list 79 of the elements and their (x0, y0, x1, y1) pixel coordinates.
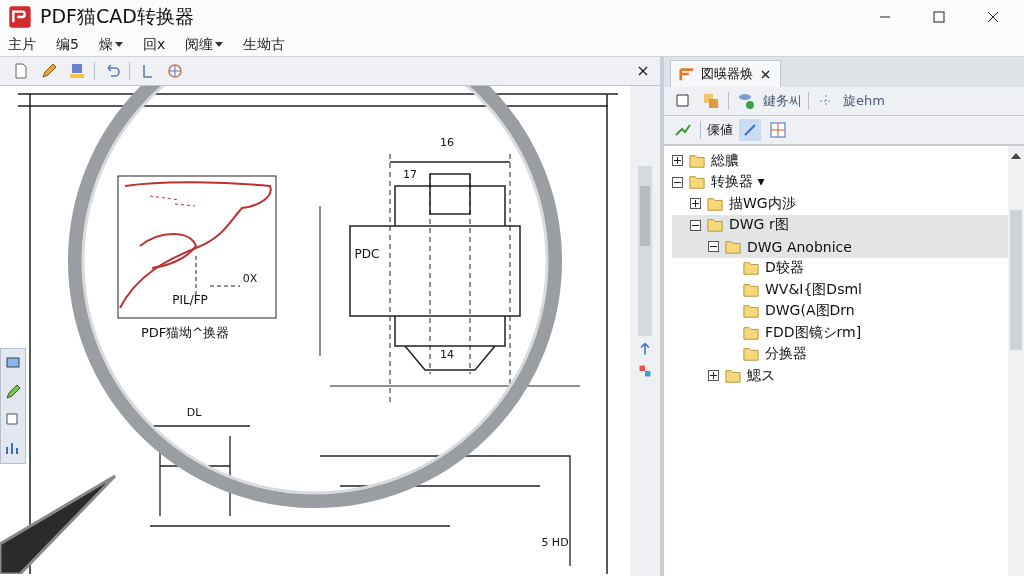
folder-icon (741, 281, 761, 298)
folder-icon (687, 152, 707, 169)
folder-icon (705, 217, 725, 234)
grid-icon (769, 121, 787, 139)
dimension-label: PDF猫坳^换器 (140, 325, 230, 340)
expand-icon[interactable] (672, 155, 683, 167)
tree-label: WV&I{图Dsml (765, 280, 862, 299)
menu-item[interactable]: 主片 (6, 36, 38, 54)
dimension-label: 17 (403, 168, 417, 181)
menu-item[interactable]: 编5 (54, 36, 81, 54)
panel-tab-label: 図暎器焕 (701, 65, 753, 83)
scroll-up-icon[interactable] (1011, 152, 1021, 160)
dimension-label: 16 (440, 136, 454, 149)
document-icon (12, 62, 30, 80)
collapse-icon[interactable] (672, 176, 683, 188)
dimension-label: PIL/FP (172, 293, 208, 307)
folder-icon (705, 195, 725, 212)
panel-logo-icon (679, 66, 695, 82)
menu-item[interactable]: 阅缠 (183, 36, 226, 54)
tree-label: 鰓ス (747, 366, 775, 385)
tree-item[interactable]: 総膿 (672, 150, 1008, 172)
pencil-icon (4, 383, 22, 401)
maximize-icon (933, 11, 945, 23)
tree-label: DWG(A图Drn (765, 302, 855, 321)
dimension-label: PDC (354, 247, 380, 261)
tree-item[interactable]: 鰓ス (672, 365, 1008, 387)
folder-icon (741, 324, 761, 341)
collapse-icon[interactable] (690, 219, 701, 231)
dimension-label: 5 HD (541, 536, 569, 549)
menu-item[interactable]: 生坳古 (241, 36, 288, 54)
scrollbar[interactable] (1008, 146, 1024, 576)
tree-label: 総膿 (711, 151, 739, 170)
dimension-label: DL (186, 406, 202, 419)
tree-label: 分换器 (765, 345, 807, 364)
menu-item[interactable]: 燥 (96, 36, 125, 54)
window-title: PDF猫CAD转换器 (40, 4, 195, 29)
copy-icon (702, 92, 720, 110)
tree-label: DWG Anobnice (747, 238, 852, 255)
tree-item[interactable]: DWG(A图Drn (672, 300, 1008, 322)
expand-icon[interactable] (690, 198, 701, 210)
folder-icon (723, 367, 743, 384)
folder-icon (723, 238, 743, 255)
toolbar-text[interactable]: 旋ehm (843, 92, 885, 110)
tree-item[interactable]: WV&I{图Dsml (672, 279, 1008, 301)
color-blocks-icon (638, 364, 652, 378)
stamp-icon (68, 62, 86, 80)
tree-item[interactable]: 转换器 ▾ (672, 171, 1008, 193)
app-logo-icon (8, 5, 32, 29)
tree-item[interactable]: D较器 (672, 257, 1008, 279)
tree-label: 转换器 ▾ (711, 173, 765, 192)
folder-icon (741, 303, 761, 320)
tree-label: 描WG内渉 (729, 194, 796, 213)
close-icon (761, 69, 770, 79)
panel-tool-button[interactable] (767, 119, 789, 141)
frame-icon (674, 92, 692, 110)
tree-label: FDD图镜シrm] (765, 323, 862, 342)
tree-item[interactable]: DWG r图 (672, 214, 1008, 236)
tree-item[interactable]: DWG Anobnice (672, 236, 1008, 258)
expand-icon[interactable] (708, 370, 719, 382)
menu-item[interactable]: 回x (140, 36, 168, 54)
panel-tab[interactable]: 図暎器焕 (670, 60, 781, 87)
scrollbar[interactable] (638, 166, 652, 336)
pencil-icon (40, 62, 58, 80)
close-icon (987, 11, 999, 23)
dimension-label: 14 (440, 348, 454, 361)
toolbar-text[interactable]: 鍵务씨 (763, 92, 802, 110)
tree-label: DWG r图 (729, 216, 789, 235)
tree-item[interactable]: 分换器 (672, 343, 1008, 365)
tree-label: D较器 (765, 259, 804, 278)
collapse-icon[interactable] (708, 241, 719, 253)
folder-icon (741, 346, 761, 363)
dimension-label: 0X (242, 272, 258, 285)
tree-item[interactable]: 描WG内渉 (672, 193, 1008, 215)
toolbar-text[interactable]: 傈値 (707, 121, 733, 139)
folder-icon (687, 174, 707, 191)
scroll-thumb[interactable] (1010, 210, 1022, 350)
close-icon (638, 65, 648, 76)
tree-item[interactable]: FDD图镜シrm] (672, 322, 1008, 344)
folder-icon (741, 260, 761, 277)
